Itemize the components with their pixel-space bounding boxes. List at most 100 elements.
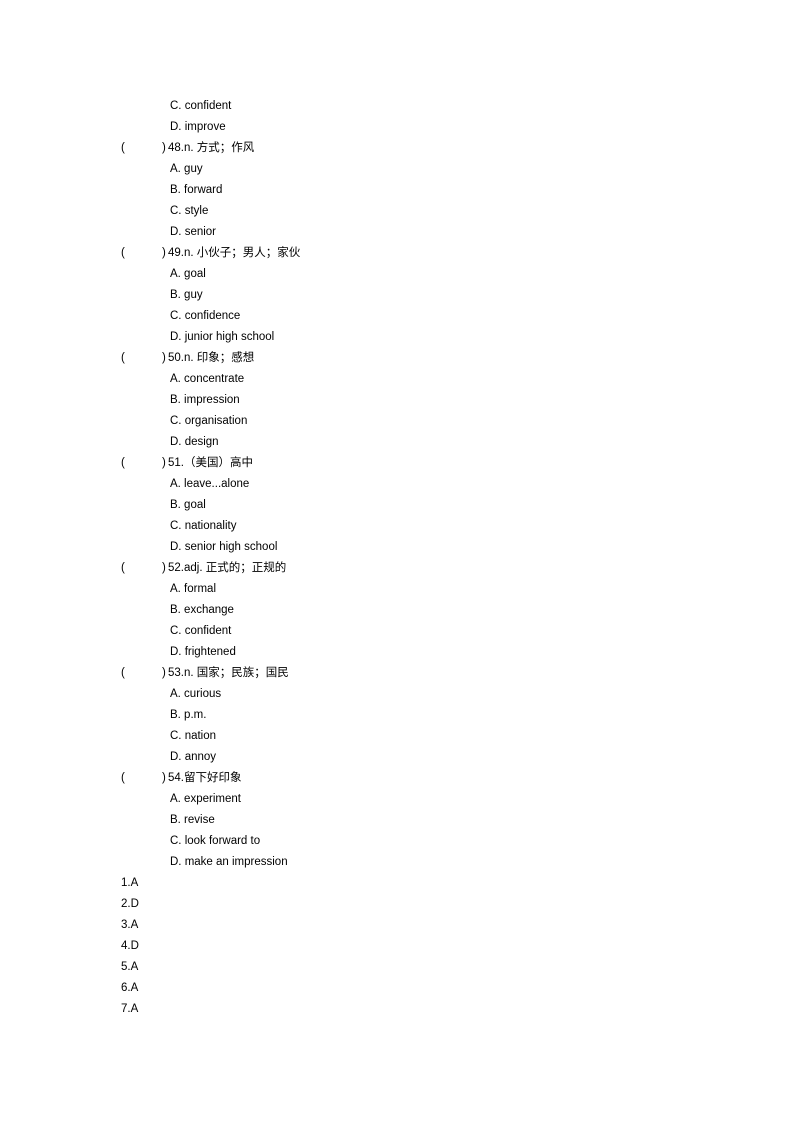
option-line: A. experiment [0, 789, 794, 810]
answer-blank-paren-open[interactable]: ( [121, 663, 125, 684]
option-text: A. curious [170, 688, 222, 700]
question-stem-text: 51.（美国）高中 [168, 457, 253, 469]
leading-options-group: C. confident D. improve [0, 96, 794, 138]
question-block-54: ( ) 54.留下好印象 A. experiment B. revise C. … [0, 768, 794, 873]
option-line: C. nation [0, 726, 794, 747]
option-line: D. senior high school [0, 537, 794, 558]
option-text: B. p.m. [170, 709, 207, 721]
answer-key-text: 2.D [121, 898, 139, 910]
option-text: B. goal [170, 499, 206, 511]
question-block-53: ( ) 53.n. 国家；民族；国民 A. curious B. p.m. C.… [0, 663, 794, 768]
option-text: C. confident [170, 100, 232, 112]
answer-key-item: 4.D [0, 936, 794, 957]
question-stem-line: ( ) 48.n. 方式；作风 [0, 138, 794, 159]
option-line: C. nationality [0, 516, 794, 537]
answer-blank-paren-close: ) [162, 142, 166, 154]
option-line: C. style [0, 201, 794, 222]
option-text: B. revise [170, 814, 215, 826]
option-text: D. improve [170, 121, 226, 133]
answer-blank-paren-close: ) [162, 457, 166, 469]
document-body: C. confident D. improve ( ) 48.n. 方式；作风 … [0, 96, 794, 1020]
answer-key-text: 3.A [121, 919, 139, 931]
question-stem-text: 52.adj. 正式的；正规的 [168, 562, 287, 574]
answer-blank-paren-close: ) [162, 562, 166, 574]
answer-blank-paren-close: ) [162, 247, 166, 259]
option-line: A. formal [0, 579, 794, 600]
option-text: A. formal [170, 583, 217, 595]
option-line: C. look forward to [0, 831, 794, 852]
option-text: C. organisation [170, 415, 248, 427]
option-text: D. frightened [170, 646, 236, 658]
question-stem-line: ( ) 53.n. 国家；民族；国民 [0, 663, 794, 684]
option-text: A. concentrate [170, 373, 245, 385]
option-line: B. impression [0, 390, 794, 411]
option-line: B. guy [0, 285, 794, 306]
option-text: B. impression [170, 394, 240, 406]
question-stem-line: ( ) 51.（美国）高中 [0, 453, 794, 474]
option-text: D. annoy [170, 751, 217, 763]
option-text: C. confidence [170, 310, 241, 322]
option-text: B. guy [170, 289, 203, 301]
answer-blank-paren-open[interactable]: ( [121, 453, 125, 474]
answer-blank-paren-open[interactable]: ( [121, 138, 125, 159]
answer-blank-paren-open[interactable]: ( [121, 348, 125, 369]
answer-blank-paren-close: ) [162, 667, 166, 679]
option-line: A. guy [0, 159, 794, 180]
answer-key-list: 1.A 2.D 3.A 4.D 5.A 6.A 7.A [0, 873, 794, 1020]
question-stem-line: ( ) 49.n. 小伙子；男人；家伙 [0, 243, 794, 264]
answer-key-item: 7.A [0, 999, 794, 1020]
option-line: B. exchange [0, 600, 794, 621]
question-stem-text: 49.n. 小伙子；男人；家伙 [168, 247, 301, 259]
document-page: C. confident D. improve ( ) 48.n. 方式；作风 … [0, 0, 794, 1123]
option-line: C. confident [0, 96, 794, 117]
option-text: A. goal [170, 268, 206, 280]
option-line: D. junior high school [0, 327, 794, 348]
answer-key-item: 5.A [0, 957, 794, 978]
answer-key-item: 1.A [0, 873, 794, 894]
option-line: D. improve [0, 117, 794, 138]
question-stem-text: 53.n. 国家；民族；国民 [168, 667, 289, 679]
question-block-50: ( ) 50.n. 印象；感想 A. concentrate B. impres… [0, 348, 794, 453]
question-block-49: ( ) 49.n. 小伙子；男人；家伙 A. goal B. guy C. co… [0, 243, 794, 348]
option-text: D. junior high school [170, 331, 275, 343]
option-line: D. senior [0, 222, 794, 243]
answer-key-item: 6.A [0, 978, 794, 999]
option-line: A. curious [0, 684, 794, 705]
answer-key-text: 4.D [121, 940, 139, 952]
option-text: D. design [170, 436, 219, 448]
option-line: B. revise [0, 810, 794, 831]
option-text: C. nation [170, 730, 217, 742]
answer-blank-paren-open[interactable]: ( [121, 558, 125, 579]
answer-blank-paren-close: ) [162, 772, 166, 784]
option-text: D. senior [170, 226, 217, 238]
option-line: D. make an impression [0, 852, 794, 873]
option-line: A. goal [0, 264, 794, 285]
option-text: B. forward [170, 184, 223, 196]
option-text: C. look forward to [170, 835, 261, 847]
option-line: C. organisation [0, 411, 794, 432]
answer-key-item: 2.D [0, 894, 794, 915]
question-block-52: ( ) 52.adj. 正式的；正规的 A. formal B. exchang… [0, 558, 794, 663]
question-stem-line: ( ) 54.留下好印象 [0, 768, 794, 789]
option-text: C. nationality [170, 520, 237, 532]
option-line: C. confident [0, 621, 794, 642]
question-block-48: ( ) 48.n. 方式；作风 A. guy B. forward C. sty… [0, 138, 794, 243]
answer-blank-paren-open[interactable]: ( [121, 243, 125, 264]
question-stem-text: 48.n. 方式；作风 [168, 142, 255, 154]
answer-blank-paren-close: ) [162, 352, 166, 364]
answer-key-text: 5.A [121, 961, 139, 973]
option-line: C. confidence [0, 306, 794, 327]
question-stem-text: 50.n. 印象；感想 [168, 352, 255, 364]
question-block-51: ( ) 51.（美国）高中 A. leave...alone B. goal C… [0, 453, 794, 558]
answer-key-item: 3.A [0, 915, 794, 936]
option-text: A. guy [170, 163, 203, 175]
option-line: A. leave...alone [0, 474, 794, 495]
option-text: D. senior high school [170, 541, 278, 553]
option-line: D. design [0, 432, 794, 453]
option-line: B. goal [0, 495, 794, 516]
option-text: B. exchange [170, 604, 234, 616]
option-line: B. forward [0, 180, 794, 201]
answer-blank-paren-open[interactable]: ( [121, 768, 125, 789]
option-text: D. make an impression [170, 856, 288, 868]
option-text: A. leave...alone [170, 478, 250, 490]
